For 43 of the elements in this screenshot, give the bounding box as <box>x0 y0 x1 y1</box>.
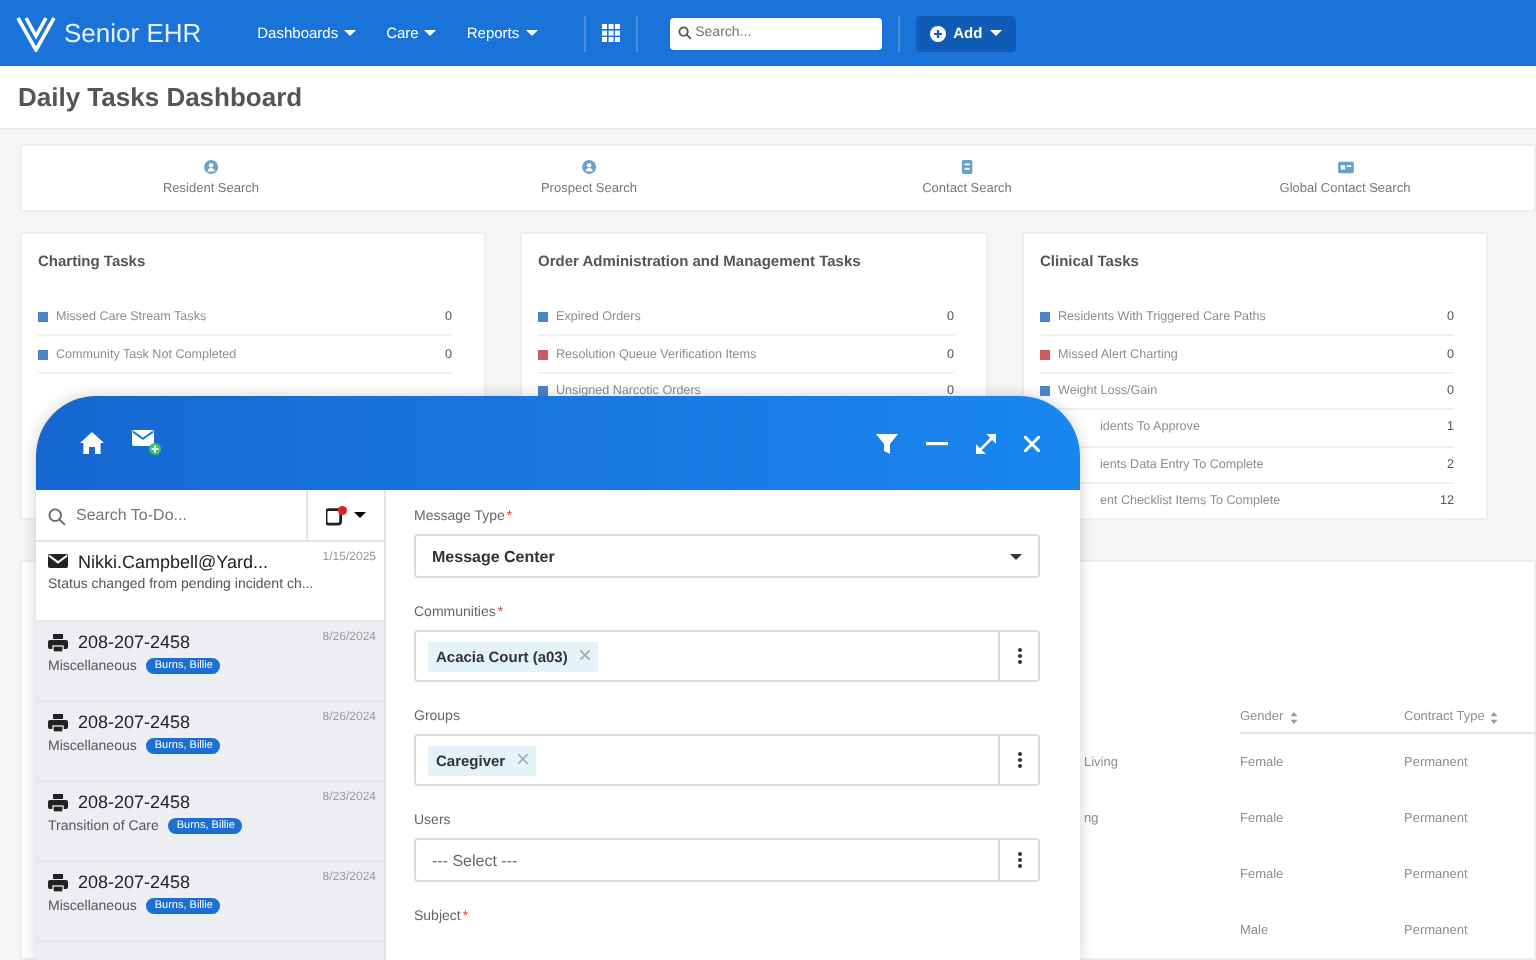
home-button[interactable] <box>80 432 104 454</box>
item-title: Nikki.Campbell@Yard... <box>78 552 270 572</box>
page-title: Daily Tasks Dashboard <box>18 82 303 112</box>
printer-icon <box>48 873 68 891</box>
search-field[interactable]: Search To-Do... <box>36 490 308 542</box>
envelope-icon <box>48 553 68 571</box>
filter-dropdown[interactable] <box>308 490 384 542</box>
remove-tag-button[interactable] <box>579 649 590 663</box>
search-icon <box>677 26 692 40</box>
close-icon <box>517 753 528 763</box>
sort-icon <box>1490 711 1499 723</box>
brand-name: Senior EHR <box>64 18 202 48</box>
printer-icon <box>48 633 68 651</box>
plus-circle-icon <box>929 25 946 41</box>
new-message-button[interactable] <box>132 430 162 456</box>
close-button[interactable] <box>1024 435 1040 451</box>
logo-icon <box>16 15 56 51</box>
item-title: 208-207-2458 <box>78 712 193 732</box>
envelope-plus-icon <box>132 430 162 456</box>
item-title: 208-207-2458 <box>78 792 193 812</box>
minimize-button[interactable] <box>926 441 948 445</box>
home-icon <box>80 432 104 454</box>
expand-button[interactable] <box>976 433 996 453</box>
printer-icon <box>48 713 68 731</box>
expand-icon <box>976 433 996 453</box>
select-field[interactable]: Message Center <box>414 534 1040 578</box>
printer-icon <box>48 793 68 811</box>
item-title: 208-207-2458 <box>78 632 193 652</box>
filter-icon <box>876 433 898 453</box>
caret-icon <box>424 30 437 36</box>
caret-icon <box>354 512 366 518</box>
minimize-icon <box>926 441 948 445</box>
remove-tag-button[interactable] <box>517 753 528 767</box>
caret-icon <box>990 30 1003 36</box>
search-icon <box>48 507 66 525</box>
close-icon <box>579 649 590 659</box>
item-title: 208-207-2458 <box>78 872 193 892</box>
caret-icon <box>525 30 538 36</box>
filter-button[interactable] <box>876 433 898 453</box>
grid-icon[interactable] <box>601 24 620 42</box>
caret-icon <box>344 30 357 36</box>
close-icon <box>1024 435 1040 451</box>
sort-icon <box>1289 711 1298 723</box>
